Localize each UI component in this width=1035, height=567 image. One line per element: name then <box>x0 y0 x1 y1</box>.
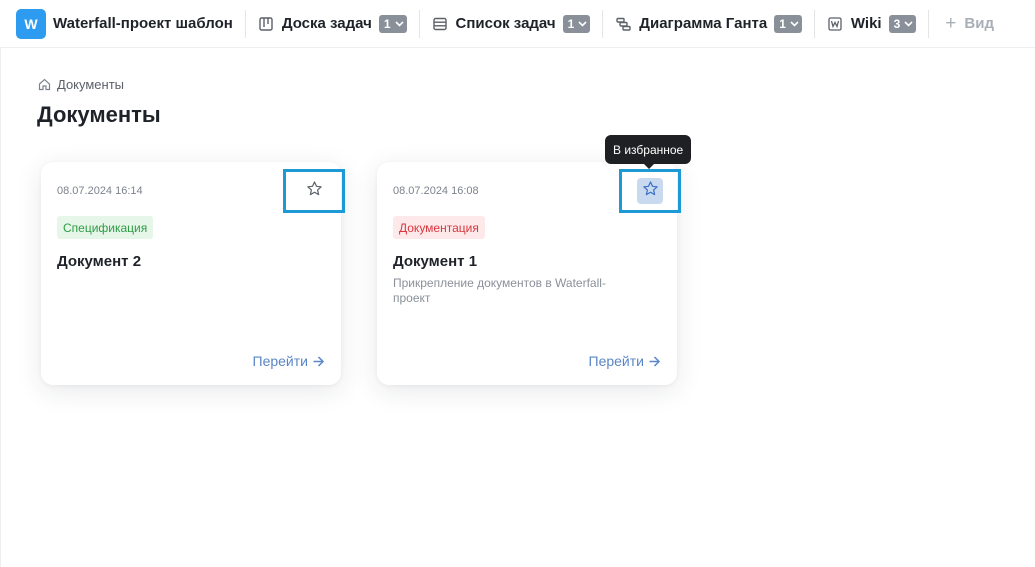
tab-label: Wiki <box>850 15 882 32</box>
add-to-favorites-button[interactable] <box>283 169 345 213</box>
arrow-right-icon <box>648 355 661 368</box>
gantt-icon <box>615 16 631 32</box>
add-view-label: Вид <box>964 15 994 32</box>
divider <box>602 9 604 38</box>
breadcrumb: Документы <box>38 77 124 92</box>
tab-task-list[interactable]: Список задач 1 <box>432 14 591 33</box>
page-title: Документы <box>37 102 161 127</box>
tab-task-board[interactable]: Доска задач 1 <box>258 14 407 33</box>
document-description: Прикрепление документов в Waterfall-прое… <box>393 276 606 305</box>
tab-label: Доска задач <box>281 15 372 32</box>
document-tag: Спецификация <box>57 216 154 239</box>
document-date: 08.07.2024 16:14 <box>57 185 143 197</box>
view-count: 3 <box>893 16 901 31</box>
board-icon <box>258 16 274 32</box>
favorite-toggle[interactable] <box>637 178 663 204</box>
view-count-dropdown[interactable]: 1 <box>562 14 591 33</box>
document-date: 08.07.2024 16:08 <box>393 185 479 197</box>
star-icon <box>642 180 659 202</box>
favorite-tooltip: В избранное <box>605 135 692 169</box>
document-name: Документ 2 <box>57 253 142 270</box>
project-title[interactable]: Waterfall-проект шаблон <box>53 15 233 32</box>
tab-label: Диаграмма Ганта <box>639 15 768 32</box>
add-to-favorites-button[interactable] <box>619 169 681 213</box>
divider <box>244 9 246 38</box>
view-count-dropdown[interactable]: 1 <box>774 14 802 33</box>
open-document-link[interactable]: Перейти <box>253 353 325 369</box>
list-icon <box>432 16 448 32</box>
breadcrumb-documents[interactable]: Документы <box>57 77 124 92</box>
document-card[interactable]: 08.07.2024 16:14 Спецификация Документ 2… <box>41 162 345 385</box>
divider <box>813 9 815 38</box>
view-count-dropdown[interactable]: 1 <box>378 14 407 33</box>
document-tag: Документация <box>393 216 485 239</box>
tab-gantt-chart[interactable]: Диаграмма Ганта 1 <box>615 14 802 33</box>
wiki-icon <box>827 16 843 32</box>
tab-label: Список задач <box>455 15 556 32</box>
open-document-link[interactable]: Перейти <box>589 353 661 369</box>
tab-wiki[interactable]: Wiki 3 <box>827 14 917 33</box>
project-logo[interactable]: W <box>16 8 46 39</box>
document-name: Документ 1 <box>393 253 478 270</box>
chevron-down-icon <box>789 18 800 29</box>
home-icon[interactable] <box>38 78 51 91</box>
top-navigation-bar: W Waterfall-проект шаблон Доска задач 1 … <box>0 0 1035 48</box>
divider <box>928 9 930 38</box>
plus-icon: + <box>945 12 957 34</box>
add-view-button[interactable]: + Вид <box>945 13 994 35</box>
open-document-label: Перейти <box>252 353 308 369</box>
view-count: 1 <box>567 16 575 31</box>
view-count: 1 <box>779 16 786 31</box>
content-border <box>0 48 1 567</box>
favorite-toggle[interactable] <box>301 178 327 204</box>
chevron-down-icon <box>903 18 914 29</box>
divider <box>418 9 420 38</box>
chevron-down-icon <box>394 18 405 29</box>
chevron-down-icon <box>577 18 588 29</box>
star-icon <box>306 180 323 202</box>
view-count-dropdown[interactable]: 3 <box>888 14 917 33</box>
view-count: 1 <box>383 16 391 31</box>
document-card[interactable]: 08.07.2024 16:08 Документация Документ 1… <box>377 162 681 385</box>
open-document-label: Перейти <box>588 353 644 369</box>
arrow-right-icon <box>312 355 325 368</box>
